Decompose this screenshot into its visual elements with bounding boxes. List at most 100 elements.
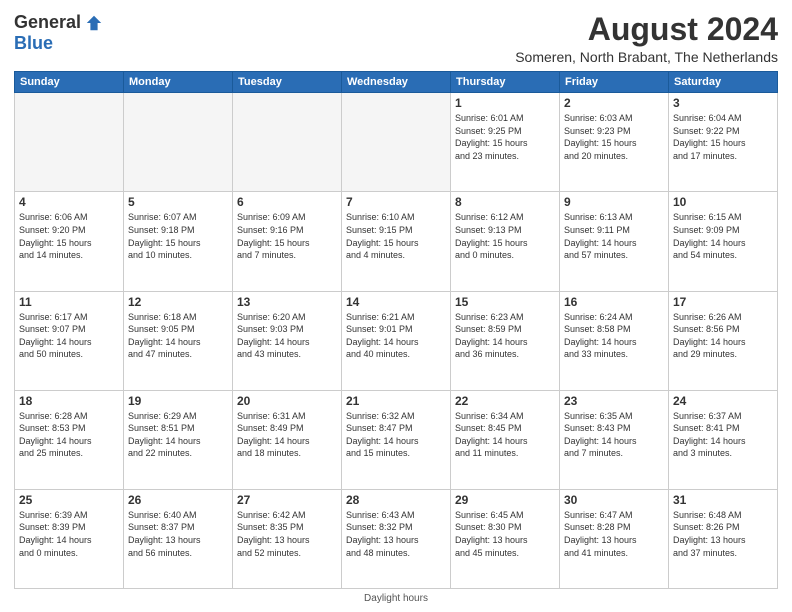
day-number: 4 (19, 195, 119, 209)
logo-icon (85, 14, 103, 32)
calendar-cell: 30 Sunrise: 6:47 AM Sunset: 8:28 PM Dayli… (560, 489, 669, 588)
day-number: 2 (564, 96, 664, 110)
calendar-cell: 3 Sunrise: 6:04 AM Sunset: 9:22 PM Daylig… (669, 93, 778, 192)
calendar-cell: 6Sunrise: 6:09 AM Sunset: 9:16 PM Daylig… (233, 192, 342, 291)
day-number: 25 (19, 493, 119, 507)
month-year: August 2024 (515, 12, 778, 47)
calendar-cell (342, 93, 451, 192)
day-number: 8 (455, 195, 555, 209)
day-info: Sunrise: 6:21 AM Sunset: 9:01 PM Dayligh… (346, 311, 446, 361)
day-info: Sunrise: 6:39 AM Sunset: 8:39 PM Dayligh… (19, 509, 119, 559)
calendar-cell: 24Sunrise: 6:37 AM Sunset: 8:41 PM Dayli… (669, 390, 778, 489)
logo-general: General (14, 12, 81, 33)
day-info: Sunrise: 6:26 AM Sunset: 8:56 PM Dayligh… (673, 311, 773, 361)
day-number: 29 (455, 493, 555, 507)
calendar-cell: 10Sunrise: 6:15 AM Sunset: 9:09 PM Dayli… (669, 192, 778, 291)
day-info: Sunrise: 6:45 AM Sunset: 8:30 PM Dayligh… (455, 509, 555, 559)
calendar-cell: 16 Sunrise: 6:24 AM Sunset: 8:58 PM Dayli… (560, 291, 669, 390)
calendar-cell: 23Sunrise: 6:35 AM Sunset: 8:43 PM Dayli… (560, 390, 669, 489)
day-info: Sunrise: 6:43 AM Sunset: 8:32 PM Dayligh… (346, 509, 446, 559)
col-header-thursday: Thursday (451, 72, 560, 93)
day-info: Sunrise: 6:31 AM Sunset: 8:49 PM Dayligh… (237, 410, 337, 460)
calendar-cell: 27 Sunrise: 6:42 AM Sunset: 8:35 PM Dayli… (233, 489, 342, 588)
day-number: 18 (19, 394, 119, 408)
day-info: Sunrise: 6:23 AM Sunset: 8:59 PM Dayligh… (455, 311, 555, 361)
day-info: Sunrise: 6:07 AM Sunset: 9:18 PM Dayligh… (128, 211, 228, 261)
day-info: Sunrise: 6:04 AM Sunset: 9:22 PM Dayligh… (673, 112, 773, 162)
page: General Blue August 2024 Someren, North … (0, 0, 792, 612)
calendar-cell: 18 Sunrise: 6:28 AM Sunset: 8:53 PM Dayli… (15, 390, 124, 489)
day-number: 7 (346, 195, 446, 209)
footer-note: Daylight hours (14, 593, 778, 604)
logo: General Blue (14, 12, 103, 54)
day-info: Sunrise: 6:12 AM Sunset: 9:13 PM Dayligh… (455, 211, 555, 261)
calendar-cell: 13 Sunrise: 6:20 AM Sunset: 9:03 PM Dayli… (233, 291, 342, 390)
calendar-cell: 14 Sunrise: 6:21 AM Sunset: 9:01 PM Dayli… (342, 291, 451, 390)
calendar-cell: 25 Sunrise: 6:39 AM Sunset: 8:39 PM Dayli… (15, 489, 124, 588)
calendar-cell: 17 Sunrise: 6:26 AM Sunset: 8:56 PM Dayli… (669, 291, 778, 390)
day-number: 17 (673, 295, 773, 309)
day-number: 30 (564, 493, 664, 507)
col-header-wednesday: Wednesday (342, 72, 451, 93)
day-number: 20 (237, 394, 337, 408)
day-info: Sunrise: 6:03 AM Sunset: 9:23 PM Dayligh… (564, 112, 664, 162)
day-info: Sunrise: 6:47 AM Sunset: 8:28 PM Dayligh… (564, 509, 664, 559)
calendar-week-2: 4Sunrise: 6:06 AM Sunset: 9:20 PM Daylig… (15, 192, 778, 291)
col-header-saturday: Saturday (669, 72, 778, 93)
calendar-cell: 4Sunrise: 6:06 AM Sunset: 9:20 PM Daylig… (15, 192, 124, 291)
day-info: Sunrise: 6:34 AM Sunset: 8:45 PM Dayligh… (455, 410, 555, 460)
calendar-cell: 9Sunrise: 6:13 AM Sunset: 9:11 PM Daylig… (560, 192, 669, 291)
col-header-monday: Monday (124, 72, 233, 93)
day-info: Sunrise: 6:42 AM Sunset: 8:35 PM Dayligh… (237, 509, 337, 559)
calendar-cell: 21 Sunrise: 6:32 AM Sunset: 8:47 PM Dayli… (342, 390, 451, 489)
day-number: 16 (564, 295, 664, 309)
calendar-cell (233, 93, 342, 192)
calendar-cell: 8 Sunrise: 6:12 AM Sunset: 9:13 PM Daylig… (451, 192, 560, 291)
calendar-week-5: 25 Sunrise: 6:39 AM Sunset: 8:39 PM Dayli… (15, 489, 778, 588)
calendar-cell: 20 Sunrise: 6:31 AM Sunset: 8:49 PM Dayli… (233, 390, 342, 489)
day-info: Sunrise: 6:18 AM Sunset: 9:05 PM Dayligh… (128, 311, 228, 361)
header: General Blue August 2024 Someren, North … (14, 12, 778, 65)
day-info: Sunrise: 6:32 AM Sunset: 8:47 PM Dayligh… (346, 410, 446, 460)
day-number: 24 (673, 394, 773, 408)
calendar-cell (124, 93, 233, 192)
calendar-cell: 15Sunrise: 6:23 AM Sunset: 8:59 PM Dayli… (451, 291, 560, 390)
day-number: 22 (455, 394, 555, 408)
calendar-table: SundayMondayTuesdayWednesdayThursdayFrid… (14, 71, 778, 589)
col-header-tuesday: Tuesday (233, 72, 342, 93)
calendar-cell: 26 Sunrise: 6:40 AM Sunset: 8:37 PM Dayli… (124, 489, 233, 588)
day-number: 13 (237, 295, 337, 309)
day-info: Sunrise: 6:01 AM Sunset: 9:25 PM Dayligh… (455, 112, 555, 162)
day-info: Sunrise: 6:24 AM Sunset: 8:58 PM Dayligh… (564, 311, 664, 361)
logo-blue: Blue (14, 33, 53, 54)
day-number: 3 (673, 96, 773, 110)
calendar-cell: 22 Sunrise: 6:34 AM Sunset: 8:45 PM Dayli… (451, 390, 560, 489)
calendar-week-3: 11Sunrise: 6:17 AM Sunset: 9:07 PM Dayli… (15, 291, 778, 390)
calendar-cell: 5 Sunrise: 6:07 AM Sunset: 9:18 PM Daylig… (124, 192, 233, 291)
day-number: 23 (564, 394, 664, 408)
day-number: 10 (673, 195, 773, 209)
day-info: Sunrise: 6:29 AM Sunset: 8:51 PM Dayligh… (128, 410, 228, 460)
calendar-cell: 29 Sunrise: 6:45 AM Sunset: 8:30 PM Dayli… (451, 489, 560, 588)
day-number: 6 (237, 195, 337, 209)
day-number: 14 (346, 295, 446, 309)
calendar-week-4: 18 Sunrise: 6:28 AM Sunset: 8:53 PM Dayli… (15, 390, 778, 489)
day-number: 12 (128, 295, 228, 309)
day-info: Sunrise: 6:40 AM Sunset: 8:37 PM Dayligh… (128, 509, 228, 559)
calendar-cell: 31Sunrise: 6:48 AM Sunset: 8:26 PM Dayli… (669, 489, 778, 588)
header-right: August 2024 Someren, North Brabant, The … (515, 12, 778, 65)
calendar-cell: 19Sunrise: 6:29 AM Sunset: 8:51 PM Dayli… (124, 390, 233, 489)
col-header-sunday: Sunday (15, 72, 124, 93)
day-number: 21 (346, 394, 446, 408)
day-info: Sunrise: 6:17 AM Sunset: 9:07 PM Dayligh… (19, 311, 119, 361)
day-info: Sunrise: 6:20 AM Sunset: 9:03 PM Dayligh… (237, 311, 337, 361)
day-info: Sunrise: 6:28 AM Sunset: 8:53 PM Dayligh… (19, 410, 119, 460)
calendar-cell (15, 93, 124, 192)
calendar-week-1: 1Sunrise: 6:01 AM Sunset: 9:25 PM Daylig… (15, 93, 778, 192)
calendar-cell: 1Sunrise: 6:01 AM Sunset: 9:25 PM Daylig… (451, 93, 560, 192)
calendar-cell: 7Sunrise: 6:10 AM Sunset: 9:15 PM Daylig… (342, 192, 451, 291)
day-number: 27 (237, 493, 337, 507)
calendar-cell: 2 Sunrise: 6:03 AM Sunset: 9:23 PM Daylig… (560, 93, 669, 192)
day-number: 5 (128, 195, 228, 209)
day-number: 26 (128, 493, 228, 507)
